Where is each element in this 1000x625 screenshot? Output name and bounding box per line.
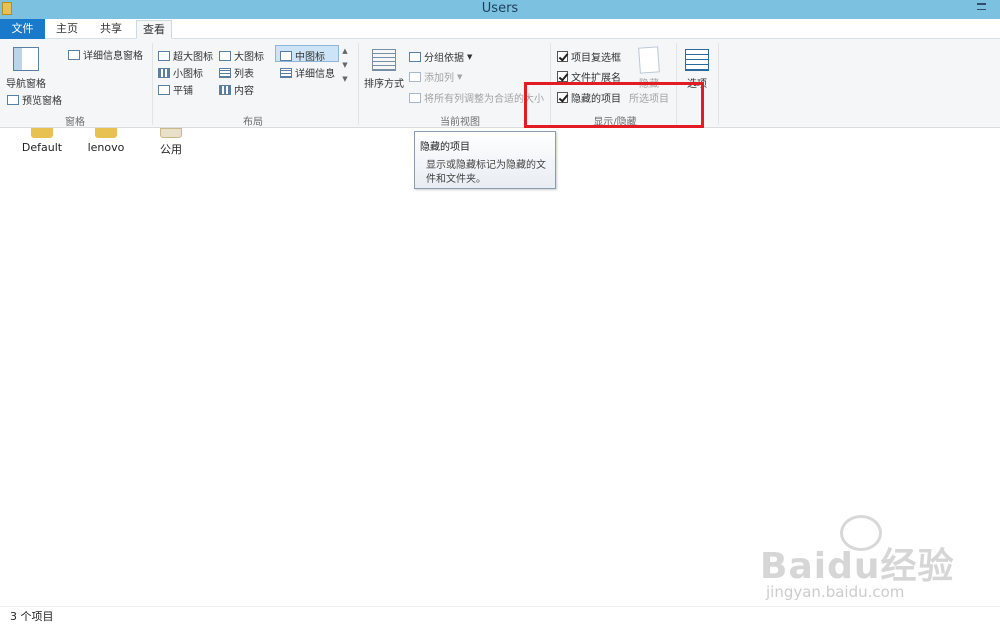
- details-icon: [280, 67, 292, 78]
- ribbon-tabs: 文件 主页 共享 查看: [0, 19, 1000, 39]
- red-highlight-box: [524, 82, 704, 128]
- tooltip-body: 显示或隐藏标记为隐藏的文件和文件夹。: [426, 160, 546, 185]
- ribbon: 导航窗格 预览窗格 详细信息窗格 窗格 超大图标 大图标 中图标 小图标 列表 …: [0, 39, 1000, 128]
- tab-view[interactable]: 查看: [136, 20, 172, 39]
- group-by-button[interactable]: 分组依据 ▼: [409, 49, 472, 64]
- baidu-watermark: Baidu经验 jingyan.baidu.com: [760, 515, 960, 605]
- list-icon: [219, 67, 231, 78]
- item-checkboxes-label: 项目复选框: [571, 53, 621, 64]
- folder-item[interactable]: lenovo: [78, 128, 134, 154]
- tab-file[interactable]: 文件: [0, 19, 45, 39]
- large-icons-label: 大图标: [234, 52, 264, 63]
- tiles-label: 平铺: [173, 86, 193, 97]
- public-folder-icon: [160, 128, 182, 138]
- item-checkboxes-toggle[interactable]: 项目复选框: [557, 49, 621, 64]
- layout-gallery-scroll[interactable]: ▲ ▼ ▼: [340, 47, 350, 103]
- list-label: 列表: [234, 69, 254, 80]
- chevron-down-icon: ▼: [467, 52, 473, 61]
- layout-extra-large-icons[interactable]: 超大图标: [158, 48, 213, 63]
- layout-large-icons[interactable]: 大图标: [219, 48, 264, 63]
- sort-by-label: 排序方式: [364, 79, 404, 90]
- folder-icon: [95, 128, 117, 138]
- details-pane-button[interactable]: 详细信息窗格: [68, 47, 143, 62]
- layout-group-label: 布局: [243, 117, 263, 128]
- group-by-label: 分组依据: [424, 53, 464, 64]
- watermark-brand: Baidu经验: [760, 546, 955, 587]
- large-icons-icon: [219, 50, 231, 61]
- layout-tiles[interactable]: 平铺: [158, 82, 193, 97]
- details-pane-label: 详细信息窗格: [83, 51, 143, 62]
- content-icon: [219, 84, 231, 95]
- add-columns-icon: [409, 71, 421, 82]
- extra-large-icons-icon: [158, 50, 170, 61]
- small-icons-icon: [158, 67, 170, 78]
- chevron-down-icon: ▼: [457, 72, 463, 81]
- folder-item[interactable]: Default: [14, 128, 70, 154]
- scroll-down-icon[interactable]: ▼: [340, 61, 350, 75]
- item-count: 3 个项目: [10, 610, 54, 623]
- details-pane-icon: [68, 49, 80, 60]
- status-bar: 3 个项目: [0, 606, 1000, 625]
- group-divider: [718, 43, 719, 125]
- sort-by-button[interactable]: 排序方式: [362, 49, 406, 90]
- navigation-pane-button[interactable]: 导航窗格: [4, 47, 48, 90]
- folder-name: Default: [21, 141, 63, 154]
- group-by-icon: [409, 51, 421, 62]
- tiles-icon: [158, 84, 170, 95]
- add-columns-label: 添加列: [424, 73, 454, 84]
- small-icons-label: 小图标: [173, 69, 203, 80]
- preview-pane-label: 预览窗格: [22, 96, 62, 107]
- options-icon: [685, 49, 709, 71]
- watermark-url: jingyan.baidu.com: [766, 583, 905, 601]
- window-title: Users: [481, 1, 519, 16]
- title-bar: Users: [0, 0, 1000, 19]
- file-extensions-checkbox[interactable]: [557, 71, 568, 82]
- layout-list[interactable]: 列表: [219, 65, 254, 80]
- sort-icon: [372, 49, 396, 71]
- layout-medium-icons[interactable]: 中图标: [280, 48, 325, 63]
- folder-name: 公用: [160, 143, 182, 156]
- item-checkboxes-checkbox[interactable]: [557, 51, 568, 62]
- layout-content[interactable]: 内容: [219, 82, 254, 97]
- scroll-up-icon[interactable]: ▲: [340, 47, 350, 61]
- tooltip-title: 隐藏的项目: [420, 142, 470, 153]
- minimize-icon[interactable]: [977, 3, 986, 10]
- medium-icons-label: 中图标: [295, 52, 325, 63]
- current-view-group-label: 当前视图: [440, 117, 480, 128]
- preview-pane-button[interactable]: 预览窗格: [7, 92, 62, 107]
- folder-item[interactable]: 公用: [143, 128, 199, 157]
- panes-group-label: 窗格: [65, 117, 85, 128]
- medium-icons-icon: [280, 50, 292, 61]
- size-columns-icon: [409, 92, 421, 103]
- hide-selected-icon: [638, 46, 660, 74]
- navigation-pane-icon: [13, 47, 39, 71]
- folder-name: lenovo: [87, 141, 125, 154]
- hidden-items-tooltip: 隐藏的项目 显示或隐藏标记为隐藏的文件和文件夹。: [414, 131, 556, 189]
- folder-icon: [31, 128, 53, 138]
- gallery-expand-icon[interactable]: ▼: [340, 75, 350, 89]
- group-divider: [358, 43, 359, 125]
- layout-details[interactable]: 详细信息: [280, 65, 335, 80]
- add-columns-button[interactable]: 添加列 ▼: [409, 69, 462, 84]
- tab-home[interactable]: 主页: [48, 20, 86, 39]
- group-divider: [152, 43, 153, 125]
- layout-small-icons[interactable]: 小图标: [158, 65, 203, 80]
- content-label: 内容: [234, 86, 254, 97]
- navigation-pane-label: 导航窗格: [6, 79, 46, 90]
- details-label: 详细信息: [295, 69, 335, 80]
- preview-pane-icon: [7, 94, 19, 105]
- tab-share[interactable]: 共享: [90, 20, 132, 39]
- extra-large-icons-label: 超大图标: [173, 52, 213, 63]
